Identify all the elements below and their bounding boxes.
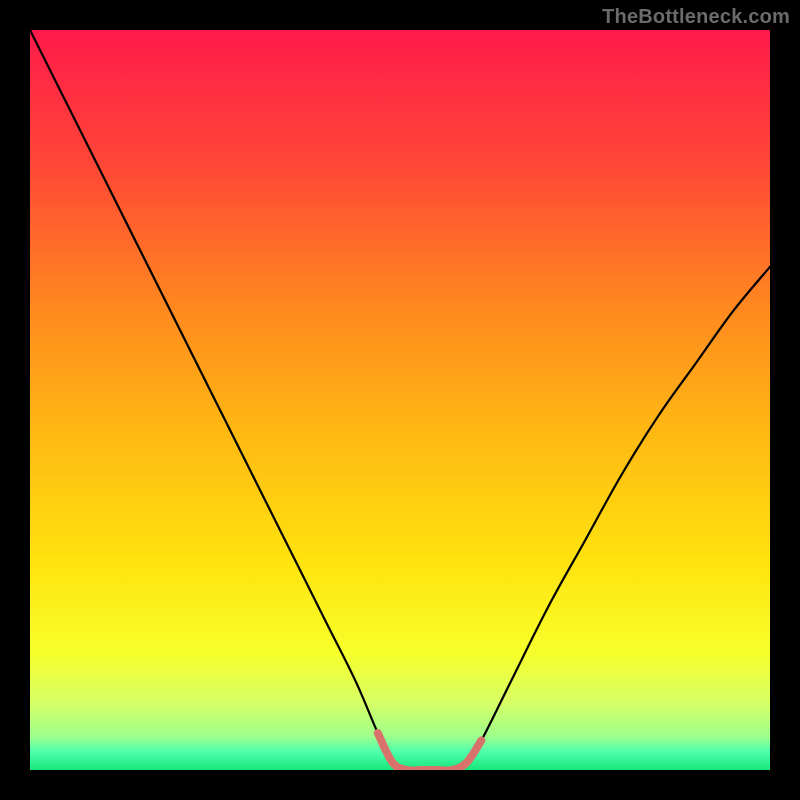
chart-frame: TheBottleneck.com <box>0 0 800 800</box>
watermark-text: TheBottleneck.com <box>602 6 790 29</box>
chart-canvas <box>30 30 770 770</box>
plot-area <box>30 30 770 770</box>
gradient-background <box>30 30 770 770</box>
